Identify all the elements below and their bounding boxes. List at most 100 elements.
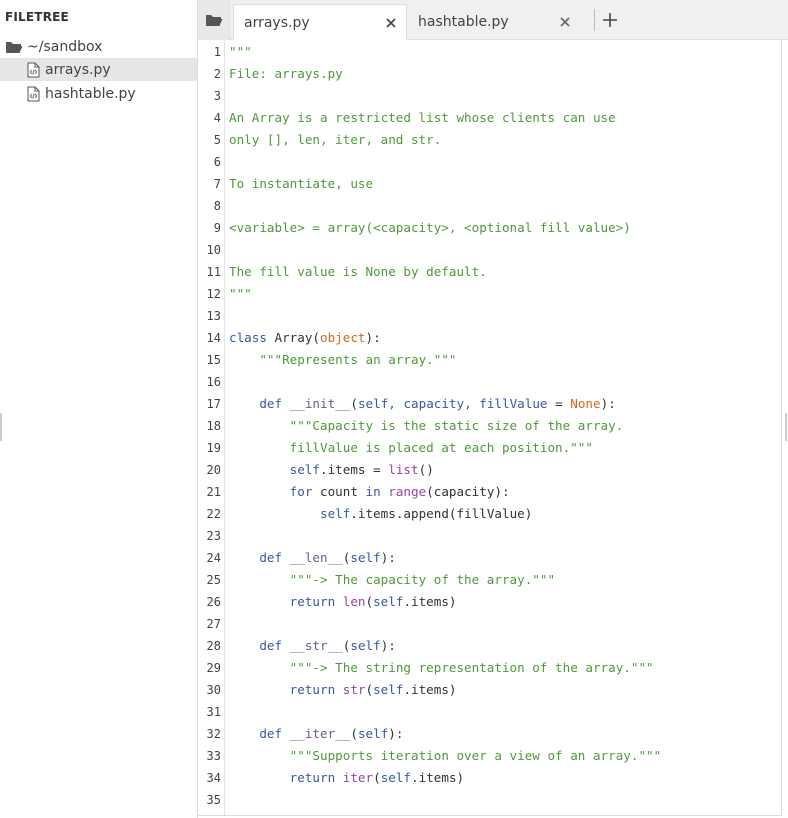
tab-bar: arrays.py hashtable.py <box>198 0 788 41</box>
line-number: 3 <box>213 89 221 103</box>
line-number: 26 <box>206 595 221 609</box>
code-line: 18 """Capacity is the static size of the… <box>198 415 781 437</box>
file-label: hashtable.py <box>45 85 136 102</box>
code-text: An Array is a restricted list whose clie… <box>229 110 616 125</box>
code-line: 32 def __iter__(self): <box>198 723 781 745</box>
filetree-panel: FILETREE ~/sandbox arrays.py hashtable.p… <box>0 0 197 818</box>
line-number: 20 <box>206 463 221 477</box>
tab-label: hashtable.py <box>418 14 509 30</box>
line-number: 16 <box>206 375 221 389</box>
editor-panel: arrays.py hashtable.py 1 """ 2 File: arrays… <box>197 0 788 818</box>
code-text: def __str__(self): <box>259 638 396 653</box>
line-number: 35 <box>206 793 221 807</box>
code-line: 7 To instantiate, use <box>198 173 781 195</box>
code-line: 19 fillValue is placed at each position.… <box>198 437 781 459</box>
code-line: 33 """Supports iteration over a view of … <box>198 745 781 767</box>
code-file-icon <box>25 62 41 78</box>
line-number: 28 <box>206 639 221 653</box>
code-text: """-> The capacity of the array.""" <box>289 572 556 587</box>
code-text: fillValue is placed at each position.""" <box>229 440 593 455</box>
line-number: 1 <box>213 45 221 59</box>
code-line: 16 <box>198 371 781 393</box>
code-text: return iter(self.items) <box>289 770 465 785</box>
code-text: """Represents an array.""" <box>259 352 457 367</box>
code-text: only [], len, iter, and str. <box>229 132 442 147</box>
code-line: 23 <box>198 525 781 547</box>
add-tab-button[interactable] <box>598 8 622 32</box>
line-number: 19 <box>206 441 221 455</box>
code-line: 11 The fill value is None by default. <box>198 261 781 283</box>
filetree-file-arrays[interactable]: arrays.py <box>0 58 197 81</box>
code-editor[interactable]: 1 """ 2 File: arrays.py 3 4 An Array is a rest… <box>198 40 782 816</box>
panel-resize-handle[interactable] <box>785 413 787 441</box>
filetree-folder-sandbox[interactable]: ~/sandbox <box>0 35 197 58</box>
code-line: 22 self.items.append(fillValue) <box>198 503 781 525</box>
line-number: 6 <box>213 155 221 169</box>
code-line: 1 """ <box>198 41 781 63</box>
tab-arrays[interactable]: arrays.py <box>233 4 407 41</box>
code-line: 4 An Array is a restricted list whose cli… <box>198 107 781 129</box>
folder-open-icon <box>205 15 222 26</box>
line-number: 24 <box>206 551 221 565</box>
close-icon[interactable] <box>384 16 398 30</box>
code-line: 28 def __str__(self): <box>198 635 781 657</box>
line-number: 4 <box>213 111 221 125</box>
line-number: 10 <box>206 243 221 257</box>
code-line: 17 def __init__(self, capacity, fillValu… <box>198 393 781 415</box>
close-icon[interactable] <box>558 15 572 29</box>
filetree-header: FILETREE <box>5 10 69 24</box>
line-number: 34 <box>206 771 221 785</box>
code-line: 3 <box>198 85 781 107</box>
code-line: 12 """ <box>198 283 781 305</box>
line-number: 30 <box>206 683 221 697</box>
code-line: 2 File: arrays.py <box>198 63 781 85</box>
file-label: arrays.py <box>45 61 111 78</box>
filetree-file-hashtable[interactable]: hashtable.py <box>0 82 197 105</box>
code-lines: 1 """ 2 File: arrays.py 3 4 An Array is a rest… <box>198 41 781 811</box>
code-line: 9 <variable> = array(<capacity>, <optiona… <box>198 217 781 239</box>
line-number: 15 <box>206 353 221 367</box>
line-number: 8 <box>213 199 221 213</box>
code-line: 20 self.items = list() <box>198 459 781 481</box>
code-line: 14 class Array(object): <box>198 327 781 349</box>
line-number: 27 <box>206 617 221 631</box>
code-line: 29 """-> The string representation of th… <box>198 657 781 679</box>
tab-separator <box>594 9 595 31</box>
line-number: 9 <box>213 221 221 235</box>
code-text: """ <box>229 286 252 301</box>
folder-open-icon <box>4 40 24 54</box>
line-number: 29 <box>206 661 221 675</box>
code-file-icon <box>25 86 41 102</box>
code-text: <variable> = array(<capacity>, <optional… <box>229 220 631 235</box>
line-number: 2 <box>213 67 221 81</box>
code-text: File: arrays.py <box>229 66 343 81</box>
plus-icon <box>603 13 617 27</box>
line-number: 14 <box>206 331 221 345</box>
code-text: for count in range(capacity): <box>289 484 510 499</box>
code-text: class Array(object): <box>229 330 381 345</box>
code-line: 35 <box>198 789 781 811</box>
toggle-filetree-button[interactable] <box>198 0 230 40</box>
code-text: """-> The string representation of the a… <box>289 660 654 675</box>
line-number: 5 <box>213 133 221 147</box>
line-number: 7 <box>213 177 221 191</box>
code-text: """Supports iteration over a view of an … <box>289 748 662 763</box>
code-line: 24 def __len__(self): <box>198 547 781 569</box>
folder-label: ~/sandbox <box>27 38 103 55</box>
code-line: 27 <box>198 613 781 635</box>
line-number: 25 <box>206 573 221 587</box>
code-line: 21 for count in range(capacity): <box>198 481 781 503</box>
code-line: 8 <box>198 195 781 217</box>
line-number: 32 <box>206 727 221 741</box>
panel-resize-handle[interactable] <box>0 413 2 441</box>
code-line: 5 only [], len, iter, and str. <box>198 129 781 151</box>
code-text: return len(self.items) <box>289 594 457 609</box>
tab-hashtable[interactable]: hashtable.py <box>408 4 586 40</box>
code-text: """Capacity is the static size of the ar… <box>289 418 624 433</box>
code-line: 30 return str(self.items) <box>198 679 781 701</box>
code-text: """ <box>229 44 252 59</box>
code-text: self.items.append(fillValue) <box>320 506 533 521</box>
code-text: self.items = list() <box>289 462 434 477</box>
line-number: 17 <box>206 397 221 411</box>
code-line: 15 """Represents an array.""" <box>198 349 781 371</box>
